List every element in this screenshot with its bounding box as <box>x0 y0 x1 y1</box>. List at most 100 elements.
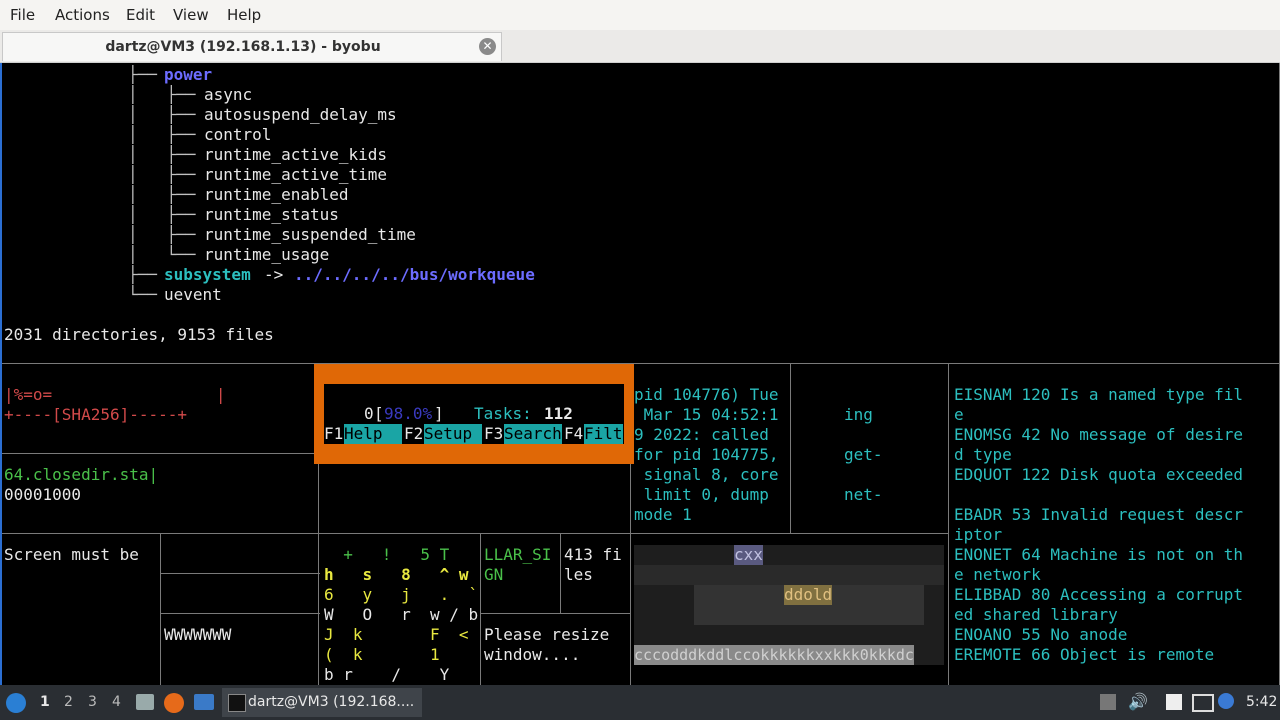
pid-log: signal 8, core <box>634 465 779 484</box>
fragment-text: get- <box>844 445 883 464</box>
fkey-f4[interactable]: F4 <box>564 424 583 444</box>
tree-file: autosuspend_delay_ms <box>204 105 397 124</box>
cpu-value: 98.0% <box>384 404 433 423</box>
fragment-text: ing <box>844 405 873 424</box>
firefox-icon[interactable] <box>164 693 184 713</box>
ascii-bottom: cccodddkddlccokkkkkkxxkkk0kkkdc <box>634 645 914 665</box>
tree-branch: │ ├── <box>128 225 196 244</box>
random-chars: h s 8 ^ w <box>324 565 469 584</box>
sha-art-top: |%=o= | <box>4 385 226 404</box>
tree-file: runtime_usage <box>204 245 330 264</box>
errno-line: EISNAM 120 Is a named type fil <box>954 385 1243 404</box>
tree-branch: │ ├── <box>128 105 196 124</box>
hex-text: 00001000 <box>4 485 82 504</box>
fkey-f2[interactable]: F2 <box>404 424 423 444</box>
menu-edit[interactable]: Edit <box>126 6 155 24</box>
pane-divider <box>480 613 630 614</box>
cpu-bracket: ] <box>434 404 444 423</box>
errno-line: EBADR 53 Invalid request descr <box>954 505 1243 524</box>
resize-text: Please resize <box>484 625 610 644</box>
pane-divider <box>2 453 318 454</box>
fkey-search[interactable]: Search <box>504 424 562 444</box>
fkey-f3[interactable]: F3 <box>484 424 503 444</box>
menu-view[interactable]: View <box>173 6 209 24</box>
llar-text: GN <box>484 565 504 584</box>
pane-divider <box>160 613 320 614</box>
tree-file: runtime_enabled <box>204 185 349 204</box>
workspace-1[interactable]: 1 <box>40 694 50 710</box>
errno-line: e <box>954 405 964 424</box>
errno-line: iptor <box>954 525 1003 544</box>
clock[interactable]: 5:42 <box>1246 694 1277 710</box>
tree-link-target: ../../../../bus/workqueue <box>294 265 535 284</box>
pane-divider <box>948 363 949 685</box>
terminal-area[interactable]: ├── power │ ├── async │ ├── autosuspend_… <box>0 63 1280 685</box>
pane-divider <box>160 573 320 574</box>
tree-file: runtime_active_time <box>204 165 388 184</box>
network-icon[interactable] <box>1192 694 1214 712</box>
tree-branch: │ ├── <box>128 185 196 204</box>
menu-help[interactable]: Help <box>227 6 261 24</box>
random-chars: J k F < <box>324 625 469 644</box>
desktop-icon[interactable] <box>194 694 214 710</box>
pid-log: limit 0, dump <box>634 485 769 504</box>
tasks-value: 112 <box>544 404 573 423</box>
close-icon[interactable]: ✕ <box>479 38 496 55</box>
tree-dir-power: power <box>164 65 213 84</box>
tree-branch: ├── <box>128 65 157 84</box>
workspace-4[interactable]: 4 <box>112 694 121 710</box>
errno-line: EREMOTE 66 Object is remote <box>954 645 1215 664</box>
pid-log: Mar 15 04:52:1 <box>634 405 779 424</box>
terminal-tab[interactable]: dartz@VM3 (192.168.1.13) - byobu ✕ <box>2 32 502 61</box>
screen-must-text: Screen must be <box>4 545 139 564</box>
menu-file[interactable]: File <box>10 6 35 24</box>
taskbar: 1 2 3 4 dartz@VM3 (192.168.... 🔊 5:42 <box>0 685 1280 720</box>
fkey-help[interactable]: Help <box>344 424 402 444</box>
tree-file: uevent <box>164 285 222 304</box>
htop-highlight-box: 0 [ 98.0% ] Tasks: 112 F1 Help F2 Setup … <box>314 364 634 464</box>
workspace-2[interactable]: 2 <box>64 694 73 710</box>
cpu-bracket: [ <box>374 404 384 423</box>
pid-log: for pid 104775, <box>634 445 779 464</box>
tree-branch: │ ├── <box>128 205 196 224</box>
tab-title: dartz@VM3 (192.168.1.13) - byobu <box>105 39 381 55</box>
fragment-text: net- <box>844 485 883 504</box>
start-menu-icon[interactable] <box>6 693 26 713</box>
errno-line: d type <box>954 445 1012 464</box>
notes-icon[interactable] <box>1166 694 1182 710</box>
errno-line: ENONET 64 Machine is not on th <box>954 545 1243 564</box>
fkey-filter[interactable]: Filt <box>584 424 623 444</box>
tree-branch: │ ├── <box>128 145 196 164</box>
taskbar-window-button[interactable]: dartz@VM3 (192.168.... <box>222 688 422 717</box>
resize-text: window.... <box>484 645 581 664</box>
fkey-f1[interactable]: F1 <box>324 424 343 444</box>
fkey-setup[interactable]: Setup <box>424 424 482 444</box>
tree-branch: └── <box>128 285 157 304</box>
updates-icon[interactable] <box>1218 693 1234 709</box>
errno-line: ELIBBAD 80 Accessing a corrupt <box>954 585 1243 604</box>
random-chars: b r / Y <box>324 665 450 684</box>
tree-file: runtime_active_kids <box>204 145 388 164</box>
htop-pane[interactable]: 0 [ 98.0% ] Tasks: 112 F1 Help F2 Setup … <box>324 384 624 444</box>
tree-branch: │ ├── <box>128 85 196 104</box>
pane-divider <box>560 533 561 613</box>
pid-log: mode 1 <box>634 505 692 524</box>
errno-line: ed shared library <box>954 605 1118 624</box>
random-chars: 6 y j . ` <box>324 585 479 604</box>
random-chars: ( k 1 <box>324 645 459 664</box>
closedir-text: 64.closedir.sta| <box>4 465 159 484</box>
errno-line: ENOMSG 42 No message of desire <box>954 425 1243 444</box>
pid-log: pid 104776) Tue <box>634 385 779 404</box>
cpu-label: 0 <box>364 404 374 423</box>
tree-file: async <box>204 85 253 104</box>
errno-line: EDQUOT 122 Disk quota exceeded <box>954 465 1243 484</box>
workspace-3[interactable]: 3 <box>88 694 97 710</box>
errno-line: e network <box>954 565 1041 584</box>
file-manager-icon[interactable] <box>136 694 154 710</box>
ascii-cxx: cxx <box>734 545 763 565</box>
menu-actions[interactable]: Actions <box>55 6 110 24</box>
tray-icon[interactable] <box>1100 694 1116 710</box>
ascii-ddold: ddold <box>784 585 833 605</box>
volume-icon[interactable]: 🔊 <box>1128 692 1148 711</box>
tree-branch: │ └── <box>128 245 196 264</box>
